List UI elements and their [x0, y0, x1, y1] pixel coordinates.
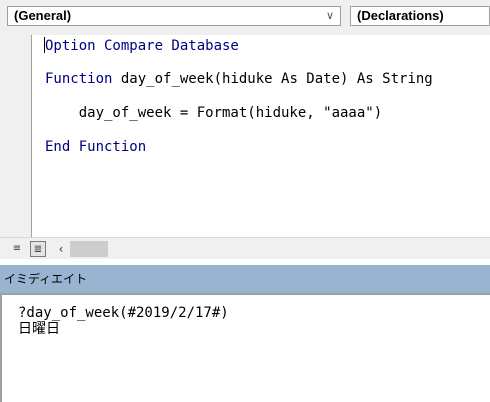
immediate-line-result: 日曜日 — [18, 321, 60, 337]
procedure-dropdown-value: (Declarations) — [357, 8, 444, 23]
code-line-option[interactable]: Option Compare Database — [45, 37, 239, 55]
immediate-line-query: ?day_of_week(#2019/2/17#) — [18, 305, 229, 321]
chevron-down-icon[interactable]: ∨ — [326, 7, 334, 25]
code-text: day_of_week(hiduke As Date) As String — [112, 71, 433, 87]
object-dropdown[interactable]: (General) ∨ — [7, 6, 341, 26]
scrollbar-thumb[interactable] — [70, 241, 108, 257]
code-keyword: Function — [45, 71, 113, 87]
procedure-view-icon[interactable]: ≡ — [9, 241, 25, 257]
scroll-left-arrow-icon[interactable]: ‹ — [54, 241, 68, 257]
code-window-toolbar: (General) ∨ (Declarations) — [0, 0, 490, 35]
object-dropdown-value: (General) — [14, 8, 72, 23]
immediate-window-title: イミディエイト — [0, 265, 490, 293]
code-editor[interactable]: Option Compare Database Function day_of_… — [0, 35, 490, 237]
full-module-view-icon[interactable]: ≣ — [30, 241, 46, 257]
code-line-function[interactable]: Function day_of_week(hiduke As Date) As … — [45, 70, 433, 88]
procedure-dropdown[interactable]: (Declarations) — [350, 6, 490, 26]
margin-indicator-bar[interactable] — [0, 35, 32, 237]
code-text: day_of_week = Format(hiduke, "aaaa") — [45, 105, 383, 121]
horizontal-scrollbar[interactable]: ≡ ≣ ‹ — [0, 237, 490, 259]
code-keyword: Option Compare Database — [45, 38, 239, 54]
code-line-body[interactable]: day_of_week = Format(hiduke, "aaaa") — [45, 104, 382, 122]
code-line-end[interactable]: End Function — [45, 138, 146, 156]
immediate-window[interactable]: ?day_of_week(#2019/2/17#) 日曜日 — [0, 293, 490, 402]
code-keyword: End Function — [45, 139, 147, 155]
